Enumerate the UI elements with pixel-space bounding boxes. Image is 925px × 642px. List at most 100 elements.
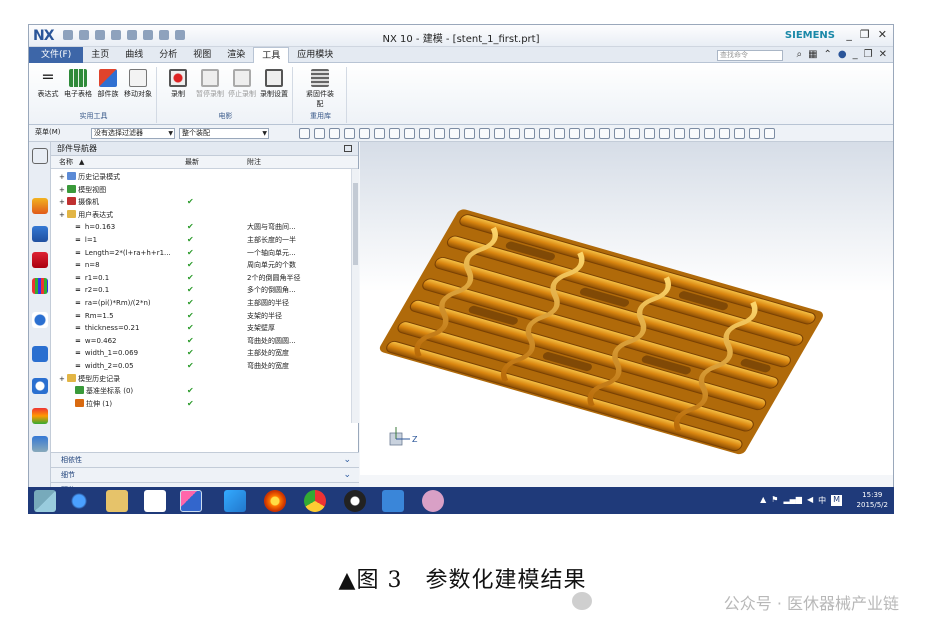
part-family-button[interactable]: 部件族 xyxy=(91,69,125,99)
assembly-navigator-icon[interactable] xyxy=(32,226,48,242)
scroll-thumb[interactable] xyxy=(353,183,358,265)
snap-icon[interactable] xyxy=(359,128,370,139)
fastener-assembly-button[interactable]: 紧固件装配 xyxy=(303,69,337,109)
snap-icon[interactable] xyxy=(614,128,625,139)
table-row[interactable]: = thickness=0.21 ✔ 支架壁厚 xyxy=(51,322,351,335)
roles-icon[interactable] xyxy=(32,436,48,452)
snap-icon[interactable] xyxy=(389,128,400,139)
stop-record-button[interactable]: 停止录制 xyxy=(225,69,259,99)
up-icon[interactable]: ⌃ xyxy=(824,49,832,60)
snap-icon[interactable] xyxy=(329,128,340,139)
snap-icon[interactable] xyxy=(494,128,505,139)
minimize-button[interactable]: _ xyxy=(846,28,852,41)
expand-toggle-icon[interactable]: + xyxy=(59,186,67,194)
tab-home[interactable]: 主页 xyxy=(83,47,117,63)
maximize-panel-icon[interactable] xyxy=(344,145,352,152)
table-row[interactable]: + 模型历史记录 xyxy=(51,373,351,386)
amazon-icon[interactable] xyxy=(144,490,166,512)
flag-icon[interactable]: ⚑ xyxy=(771,495,778,506)
snap-icon[interactable] xyxy=(509,128,520,139)
table-row[interactable]: = n=8 ✔ 周向单元的个数 xyxy=(51,259,351,272)
snap-icon[interactable] xyxy=(404,128,415,139)
table-row[interactable]: = Length=2*(l+ra+h+r1... ✔ 一个轴向单元... xyxy=(51,247,351,260)
table-row[interactable]: = l=1 ✔ 主部长度的一半 xyxy=(51,234,351,247)
snap-icon[interactable] xyxy=(449,128,460,139)
snap-icon[interactable] xyxy=(749,128,760,139)
expand-toggle-icon[interactable]: + xyxy=(59,375,67,383)
panel-dependencies[interactable]: 相依性 ⌄ xyxy=(51,452,359,467)
column-header-comment[interactable]: 附注 xyxy=(247,156,261,168)
tab-curve[interactable]: 曲线 xyxy=(117,47,151,63)
web-browser-icon[interactable] xyxy=(32,312,48,328)
search-icon[interactable]: ⌕ xyxy=(796,49,802,60)
panel-details[interactable]: 细节 ⌄ xyxy=(51,467,359,482)
snap-icon[interactable] xyxy=(524,128,535,139)
table-row[interactable]: + 用户表达式 xyxy=(51,209,351,222)
snap-icon[interactable] xyxy=(659,128,670,139)
table-row[interactable]: = r2=0.1 ✔ 多个的倒圆角... xyxy=(51,284,351,297)
table-row[interactable]: + 摄像机 ✔ xyxy=(51,196,351,209)
gear-icon[interactable] xyxy=(32,148,48,164)
internet-explorer-icon[interactable] xyxy=(68,490,90,512)
network-app-icon[interactable] xyxy=(382,490,404,512)
selection-scope-dropdown[interactable]: 整个装配 ▼ xyxy=(179,128,269,139)
close-doc-icon[interactable]: ✕ xyxy=(879,49,887,60)
snap-icon[interactable] xyxy=(674,128,685,139)
record-button[interactable]: 录制 xyxy=(161,69,195,99)
snap-icon[interactable] xyxy=(464,128,475,139)
part-navigator-icon[interactable] xyxy=(32,198,48,214)
move-object-button[interactable]: 移动对象 xyxy=(121,69,155,99)
snap-icon[interactable] xyxy=(584,128,595,139)
tab-tools[interactable]: 工具 xyxy=(253,47,290,63)
signal-icon[interactable]: ▂▄▆ xyxy=(783,495,801,506)
bird-app-icon[interactable] xyxy=(224,490,246,512)
menu-button[interactable]: 菜单(M) xyxy=(33,128,87,139)
snap-icon[interactable] xyxy=(644,128,655,139)
snap-icon[interactable] xyxy=(689,128,700,139)
tab-analysis[interactable]: 分析 xyxy=(151,47,185,63)
pause-record-button[interactable]: 暂停录制 xyxy=(193,69,227,99)
snap-icon[interactable] xyxy=(719,128,730,139)
snap-icon[interactable] xyxy=(299,128,310,139)
ime-indicator[interactable]: 中 xyxy=(818,495,826,506)
min-doc-icon[interactable]: _ xyxy=(853,49,858,60)
table-row[interactable]: 拉伸 (1) ✔ xyxy=(51,398,351,411)
close-button[interactable]: ✕ xyxy=(878,28,887,41)
taskbar-clock[interactable]: 15:39 2015/5/2 xyxy=(857,490,888,510)
expression-button[interactable]: = 表达式 xyxy=(31,69,65,99)
nx-taskbar-icon[interactable] xyxy=(180,490,202,512)
expand-toggle-icon[interactable]: + xyxy=(59,198,67,206)
table-row[interactable]: = h=0.163 ✔ 大圆与弯曲间... xyxy=(51,221,351,234)
grid-icon[interactable]: ▦ xyxy=(808,49,817,60)
ime-mode[interactable]: M xyxy=(831,495,842,506)
snap-icon[interactable] xyxy=(479,128,490,139)
palette-icon[interactable] xyxy=(32,408,48,424)
tab-applications[interactable]: 应用模块 xyxy=(289,47,341,63)
snap-icon[interactable] xyxy=(734,128,745,139)
table-row[interactable]: + 模型视图 xyxy=(51,184,351,197)
constraint-navigator-icon[interactable] xyxy=(32,252,48,268)
misc-app-icon[interactable] xyxy=(422,490,444,512)
reuse-library-icon[interactable] xyxy=(32,278,48,294)
graphics-window[interactable]: Z xyxy=(360,142,893,475)
firefox-icon[interactable] xyxy=(264,490,286,512)
tab-view[interactable]: 视图 xyxy=(185,47,219,63)
clock-icon[interactable] xyxy=(32,378,48,394)
table-row[interactable]: = width_1=0.069 ✔ 主部处的宽度 xyxy=(51,347,351,360)
expand-toggle-icon[interactable]: + xyxy=(59,211,67,219)
column-header-uptodate[interactable]: 最新 xyxy=(185,156,199,168)
table-row[interactable]: = width_2=0.05 ✔ 弯曲处的宽度 xyxy=(51,360,351,373)
table-row[interactable]: 基准坐标系 (0) ✔ xyxy=(51,385,351,398)
snap-icon[interactable] xyxy=(569,128,580,139)
snap-icon[interactable] xyxy=(419,128,430,139)
qq-icon[interactable] xyxy=(344,490,366,512)
chrome-icon[interactable] xyxy=(304,490,326,512)
table-row[interactable]: + 历史记录模式 xyxy=(51,171,351,184)
table-row[interactable]: = w=0.462 ✔ 弯曲处的圆圆... xyxy=(51,335,351,348)
tab-render[interactable]: 渲染 xyxy=(219,47,253,63)
navigator-scrollbar[interactable] xyxy=(351,169,359,423)
snap-icon[interactable] xyxy=(344,128,355,139)
start-button-icon[interactable] xyxy=(34,490,56,512)
command-search-input[interactable]: 查找命令 xyxy=(717,50,783,61)
snap-icon[interactable] xyxy=(314,128,325,139)
